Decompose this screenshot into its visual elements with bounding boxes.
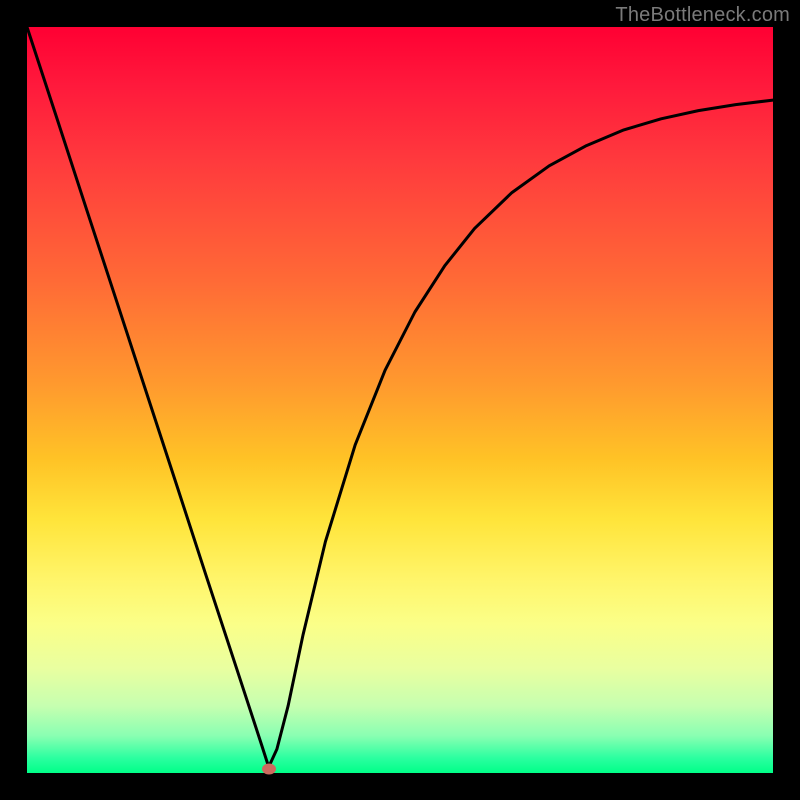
watermark-text: TheBottleneck.com xyxy=(615,4,790,27)
chart-frame: TheBottleneck.com xyxy=(0,0,800,800)
bottleneck-curve xyxy=(27,27,773,773)
curve-minimum-marker xyxy=(262,764,276,775)
